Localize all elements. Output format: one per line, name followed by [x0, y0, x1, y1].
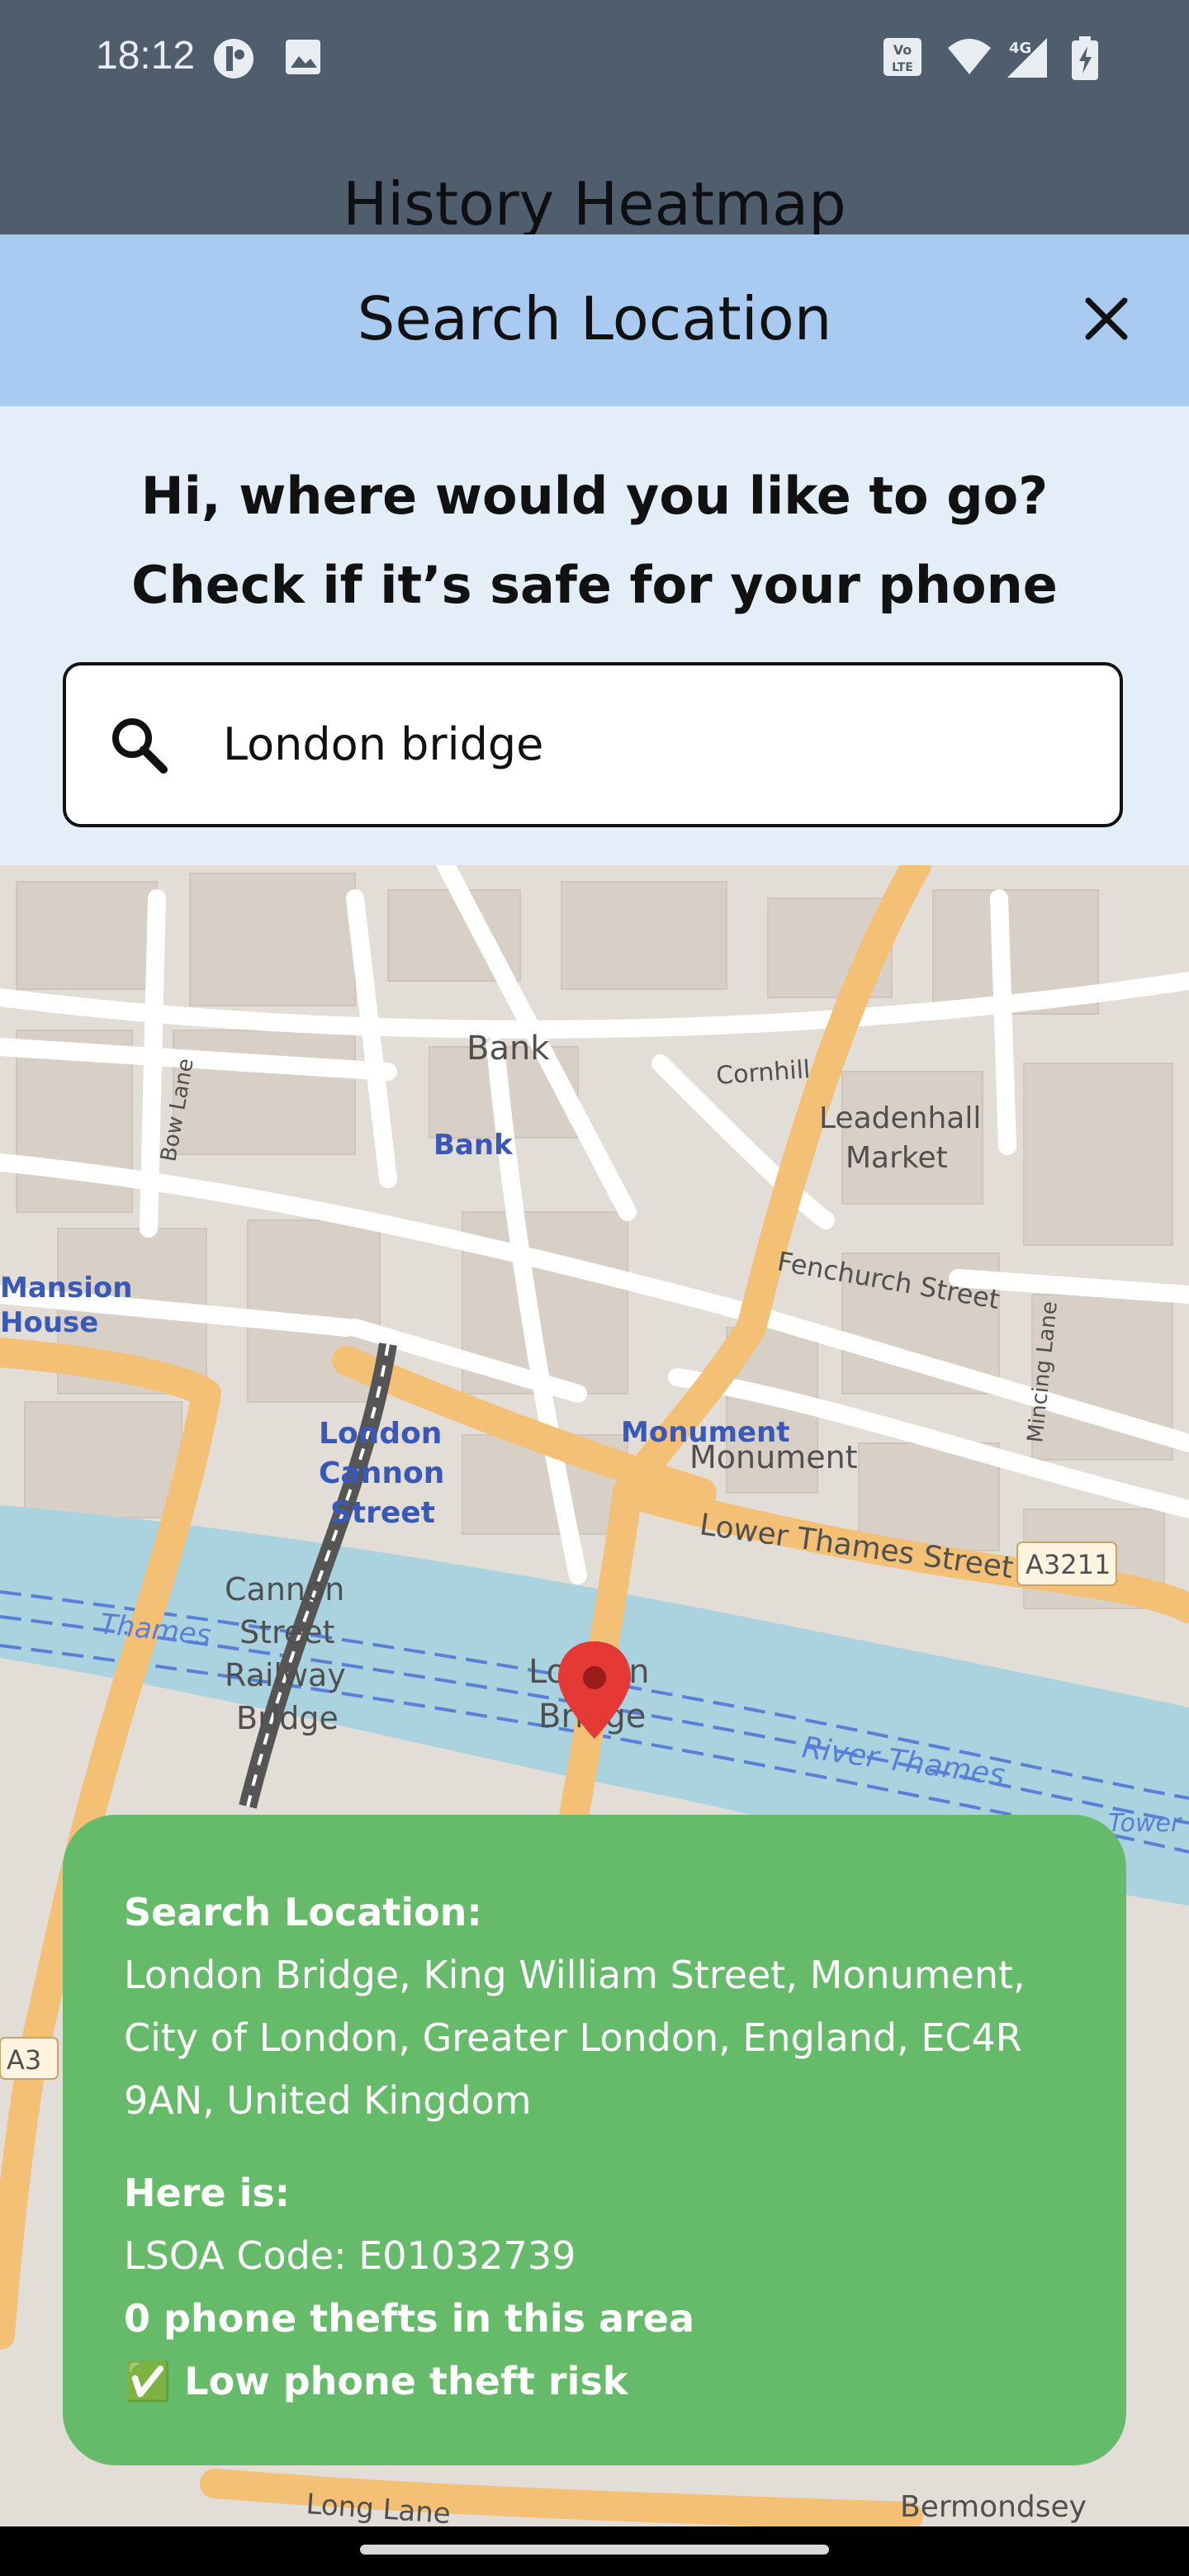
- svg-text:4G: 4G: [1009, 40, 1031, 57]
- modal-header: Search Location: [0, 234, 1189, 406]
- wifi-icon: [946, 36, 992, 81]
- here-is-heading: Here is:: [124, 2171, 291, 2215]
- search-icon: [106, 712, 172, 781]
- address-line-2: City of London, Greater London, England,…: [124, 2015, 1022, 2060]
- map-label-cannon-station-3: Street: [330, 1496, 435, 1530]
- status-time: 18:12: [96, 34, 196, 78]
- app-bar: History Heatmap: [0, 116, 1189, 234]
- map-label-cannon-station-1: London: [319, 1417, 442, 1451]
- map-label-a3211: A3211: [1026, 1549, 1111, 1580]
- close-icon: [1085, 297, 1128, 340]
- status-bar: 18:12 Vo LTE 4G: [0, 0, 1189, 116]
- theft-count: 0 phone thefts in this area: [124, 2296, 694, 2341]
- location-info-card: Search Location: London Bridge, King Wil…: [63, 1815, 1126, 2465]
- lsoa-code: LSOA Code: E01032739: [124, 2233, 576, 2278]
- map-label-house: House: [0, 1306, 98, 1339]
- system-nav-bar: [0, 2526, 1189, 2576]
- search-input[interactable]: [223, 698, 1082, 789]
- risk-level: ✅ Low phone theft risk: [124, 2359, 628, 2403]
- prompt-line-1: Hi, where would you like to go?: [140, 466, 1049, 526]
- search-location-heading: Search Location:: [124, 1890, 482, 1934]
- map-label-mansion: Mansion: [0, 1271, 132, 1305]
- signal-4g-icon: 4G: [1004, 36, 1050, 83]
- search-prompt-section: Hi, where would you like to go? Check if…: [0, 406, 1189, 865]
- map-label-tower: Tower: [1108, 1809, 1182, 1838]
- map-label-leadenhall: Leadenhall: [819, 1101, 981, 1135]
- map-label-bank-area: Bank: [467, 1030, 550, 1068]
- gesture-handle[interactable]: [360, 2545, 829, 2555]
- map-label-cannon-bridge-2: Street: [239, 1614, 334, 1650]
- svg-text:Vo: Vo: [893, 42, 912, 58]
- map-label-cannon-bridge-3: Railway: [225, 1657, 346, 1693]
- battery-charging-icon: [1070, 36, 1100, 84]
- map-label-cannon-station-2: Cannon: [319, 1456, 444, 1490]
- image-icon: [282, 36, 324, 81]
- address-line-1: London Bridge, King William Street, Monu…: [124, 1953, 1026, 1997]
- svg-text:LTE: LTE: [892, 61, 913, 74]
- map-label-cannon-bridge-1: Cannon: [225, 1571, 344, 1608]
- close-button[interactable]: [1065, 277, 1148, 360]
- app-notification-icon: [211, 36, 256, 84]
- map-label-market: Market: [846, 1141, 948, 1175]
- map-label-cannon-bridge-4: Bridge: [236, 1700, 339, 1736]
- map-label-monument: Monument: [689, 1439, 858, 1475]
- volte-icon: Vo LTE: [882, 36, 923, 81]
- map-label-a3: A3: [7, 2044, 41, 2076]
- modal-title: Search Location: [357, 284, 832, 353]
- prompt-line-2: Check if it’s safe for your phone: [131, 555, 1058, 615]
- map-label-bermondsey: Bermondsey: [900, 2490, 1087, 2524]
- map-label-bank-station: Bank: [433, 1129, 514, 1162]
- search-box[interactable]: [63, 662, 1123, 827]
- address-line-3: 9AN, United Kingdom: [124, 2078, 532, 2123]
- app-title: History Heatmap: [343, 169, 846, 234]
